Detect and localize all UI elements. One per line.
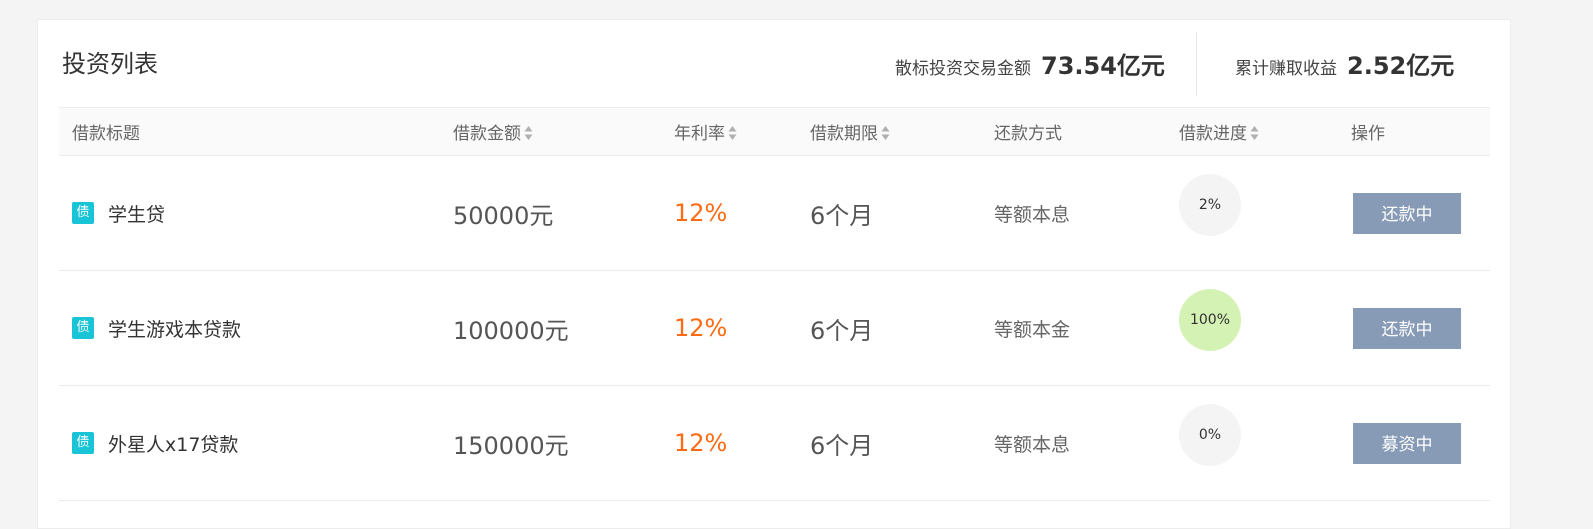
loan-amount: 50000元 <box>453 201 554 230</box>
column-header-title: 借款标题 <box>72 124 140 144</box>
column-header-action: 操作 <box>1351 124 1385 144</box>
column-header-progress[interactable]: 借款进度 <box>1179 108 1351 156</box>
progress-circle: 0% <box>1179 404 1241 466</box>
loan-amount: 150000元 <box>453 431 569 460</box>
sort-icon[interactable] <box>881 125 890 141</box>
total-investment-label: 散标投资交易金额 <box>895 59 1031 79</box>
card-header: 投资列表 散标投资交易金额 73.54亿元 累计赚取收益 2.52亿元 <box>38 20 1510 107</box>
loan-term: 6个月 <box>810 316 874 345</box>
progress-circle: 2% <box>1179 174 1241 236</box>
action-button[interactable]: 还款中 <box>1353 192 1461 234</box>
annual-rate: 12% <box>674 314 728 342</box>
table-row[interactable]: 债学生游戏本贷款 100000元 12% 6个月 等额本金 100% 还款中 <box>59 271 1490 386</box>
loan-title[interactable]: 学生贷 <box>108 200 165 227</box>
loan-term: 6个月 <box>810 201 874 230</box>
total-earnings-stat: 累计赚取收益 2.52亿元 <box>1235 46 1454 82</box>
table-row[interactable]: 债外星人x17贷款 150000元 12% 6个月 等额本息 0% 募资中 <box>59 386 1490 501</box>
annual-rate: 12% <box>674 199 728 227</box>
column-header-method: 还款方式 <box>994 124 1062 144</box>
repayment-method: 等额本金 <box>994 318 1071 341</box>
total-earnings-value: 2.52亿元 <box>1347 52 1455 80</box>
page-title: 投资列表 <box>62 50 158 78</box>
investment-table: 借款标题 借款金额 年利率 借款期限 还款方式 借款进度 操作 债学生贷 500… <box>59 107 1490 501</box>
progress-circle: 100% <box>1179 289 1241 351</box>
column-header-amount[interactable]: 借款金额 <box>453 108 674 156</box>
repayment-method: 等额本息 <box>994 203 1071 226</box>
debt-badge: 债 <box>72 432 94 454</box>
sort-icon[interactable] <box>1250 125 1259 141</box>
loan-title[interactable]: 学生游戏本贷款 <box>108 315 241 342</box>
total-earnings-label: 累计赚取收益 <box>1235 59 1337 79</box>
total-investment-stat: 散标投资交易金额 73.54亿元 <box>895 46 1165 82</box>
sort-icon[interactable] <box>524 125 533 141</box>
debt-badge: 债 <box>72 317 94 339</box>
loan-title[interactable]: 外星人x17贷款 <box>108 430 238 457</box>
annual-rate: 12% <box>674 429 728 457</box>
table-header-row: 借款标题 借款金额 年利率 借款期限 还款方式 借款进度 操作 <box>59 107 1490 156</box>
repayment-method: 等额本息 <box>994 433 1071 456</box>
action-button[interactable]: 还款中 <box>1353 307 1461 349</box>
loan-term: 6个月 <box>810 431 874 460</box>
total-investment-value: 73.54亿元 <box>1041 52 1165 80</box>
action-button[interactable]: 募资中 <box>1353 422 1461 464</box>
debt-badge: 债 <box>72 202 94 224</box>
investment-list-card: 投资列表 散标投资交易金额 73.54亿元 累计赚取收益 2.52亿元 借款标题… <box>37 19 1511 529</box>
column-header-term[interactable]: 借款期限 <box>810 108 994 156</box>
column-header-rate[interactable]: 年利率 <box>674 108 810 156</box>
sort-icon[interactable] <box>728 125 737 141</box>
stat-divider <box>1196 32 1197 96</box>
table-row[interactable]: 债学生贷 50000元 12% 6个月 等额本息 2% 还款中 <box>59 156 1490 271</box>
loan-amount: 100000元 <box>453 316 569 345</box>
